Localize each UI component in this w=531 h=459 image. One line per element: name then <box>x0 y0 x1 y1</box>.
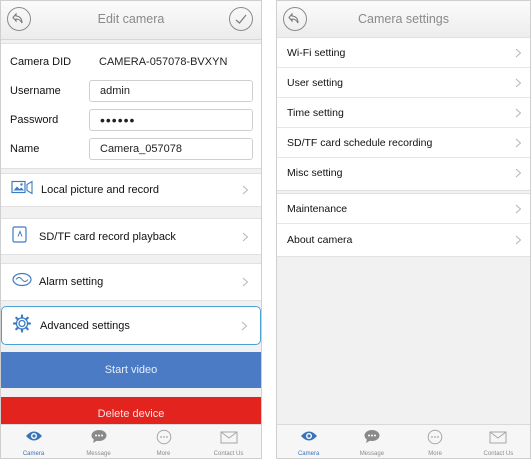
menu-item-label: SD/TF card record playback <box>39 230 176 243</box>
alarm-icon <box>11 272 33 293</box>
chevron-right-icon <box>515 168 522 178</box>
tab-more[interactable]: More <box>131 425 196 458</box>
page-title: Camera settings <box>357 12 449 26</box>
tab-label: Camera <box>22 451 45 457</box>
settings-item-label: About camera <box>287 234 353 246</box>
camera-settings-header: Camera settings <box>277 1 530 40</box>
did-field[interactable] <box>89 51 253 73</box>
tab-label: Contact Us <box>483 451 514 457</box>
chevron-right-icon <box>515 235 522 245</box>
password-field[interactable] <box>89 109 253 131</box>
tab-contact-us[interactable]: Contact Us <box>467 425 530 458</box>
name-row: Name <box>1 138 261 162</box>
eye-icon <box>300 431 317 441</box>
settings-group-secondary: Maintenance About camera <box>277 193 530 257</box>
settings-item-label: SD/TF card schedule recording <box>287 136 433 149</box>
settings-item-label: Time setting <box>287 106 344 119</box>
settings-item-label: Maintenance <box>287 202 348 215</box>
mail-icon <box>489 431 507 444</box>
menu-item-alarm-setting[interactable]: Alarm setting <box>1 263 261 301</box>
chevron-right-icon <box>242 185 249 195</box>
settings-item-about[interactable]: About camera <box>277 225 530 255</box>
password-label: Password <box>10 114 59 126</box>
tab-label: Message <box>359 451 385 457</box>
tab-camera[interactable]: Camera <box>1 425 66 458</box>
did-row: Camera DID <box>1 51 261 75</box>
more-icon <box>156 429 171 445</box>
chevron-right-icon <box>515 204 522 213</box>
username-row: Username <box>1 80 261 104</box>
settings-item-sd-schedule[interactable]: SD/TF card schedule recording <box>277 128 530 158</box>
chevron-right-icon <box>515 138 522 147</box>
gear-icon <box>12 313 32 338</box>
tab-bar: Camera Message More Contact Us <box>1 424 261 458</box>
settings-item-label: Misc setting <box>287 167 343 179</box>
eye-icon <box>25 431 42 441</box>
settings-item-wifi[interactable]: Wi-Fi setting <box>277 38 530 68</box>
chat-icon <box>364 430 380 443</box>
settings-item-misc[interactable]: Misc setting <box>277 158 530 188</box>
tab-label: More <box>428 451 442 457</box>
menu-item-label: Local picture and record <box>41 184 160 196</box>
settings-item-time[interactable]: Time setting <box>277 98 530 128</box>
settings-item-label: User setting <box>287 76 344 89</box>
page-title: Edit camera <box>97 12 165 26</box>
delete-device-button[interactable]: Delete device <box>1 397 261 427</box>
tab-label: More <box>156 451 171 457</box>
tab-contact-us[interactable]: Contact Us <box>196 425 261 458</box>
tab-more[interactable]: More <box>404 425 467 458</box>
chevron-right-icon <box>515 108 522 117</box>
confirm-button[interactable] <box>229 7 253 31</box>
camera-form: Camera DID Username Password Name <box>1 43 261 169</box>
chevron-right-icon <box>515 78 522 87</box>
settings-item-label: Wi-Fi setting <box>287 46 346 59</box>
name-field[interactable] <box>89 138 253 160</box>
mail-icon <box>220 431 237 444</box>
more-icon <box>427 429 443 445</box>
menu-item-label: Advanced settings <box>40 319 130 332</box>
chevron-right-icon <box>515 48 522 57</box>
edit-camera-screen: Edit camera Camera DID Username Password… <box>0 0 262 459</box>
picture-icon <box>11 180 35 201</box>
password-row: Password <box>1 109 261 133</box>
edit-camera-header: Edit camera <box>1 1 261 40</box>
camera-settings-screen: Camera settings Wi-Fi setting User setti… <box>276 0 531 459</box>
chevron-right-icon <box>242 277 249 287</box>
username-label: Username <box>10 85 61 97</box>
settings-item-maintenance[interactable]: Maintenance <box>277 194 530 224</box>
chevron-right-icon <box>241 321 248 330</box>
tab-label: Contact Us <box>213 451 244 457</box>
menu-item-sd-playback[interactable]: SD/TF card record playback <box>1 218 261 255</box>
did-label: Camera DID <box>10 56 72 68</box>
chevron-right-icon <box>242 232 249 241</box>
check-icon <box>235 14 247 24</box>
chat-icon <box>91 430 106 443</box>
settings-item-user[interactable]: User setting <box>277 68 530 98</box>
menu-item-local-picture[interactable]: Local picture and record <box>1 173 261 207</box>
sd-card-icon <box>11 225 29 248</box>
tab-camera[interactable]: Camera <box>277 425 340 458</box>
settings-group-primary: Wi-Fi setting User setting Time setting … <box>277 37 530 191</box>
start-video-button[interactable]: Start video <box>1 352 261 388</box>
username-field[interactable] <box>89 80 253 102</box>
tab-label: Camera <box>297 451 320 457</box>
tab-bar: Camera Message More Contact Us <box>277 424 530 458</box>
tab-message[interactable]: Message <box>340 425 403 458</box>
menu-item-advanced-settings[interactable]: Advanced settings <box>1 306 261 345</box>
tab-label: Message <box>86 451 111 457</box>
menu-item-label: Alarm setting <box>39 276 104 288</box>
tab-message[interactable]: Message <box>66 425 131 458</box>
name-label: Name <box>10 143 40 155</box>
